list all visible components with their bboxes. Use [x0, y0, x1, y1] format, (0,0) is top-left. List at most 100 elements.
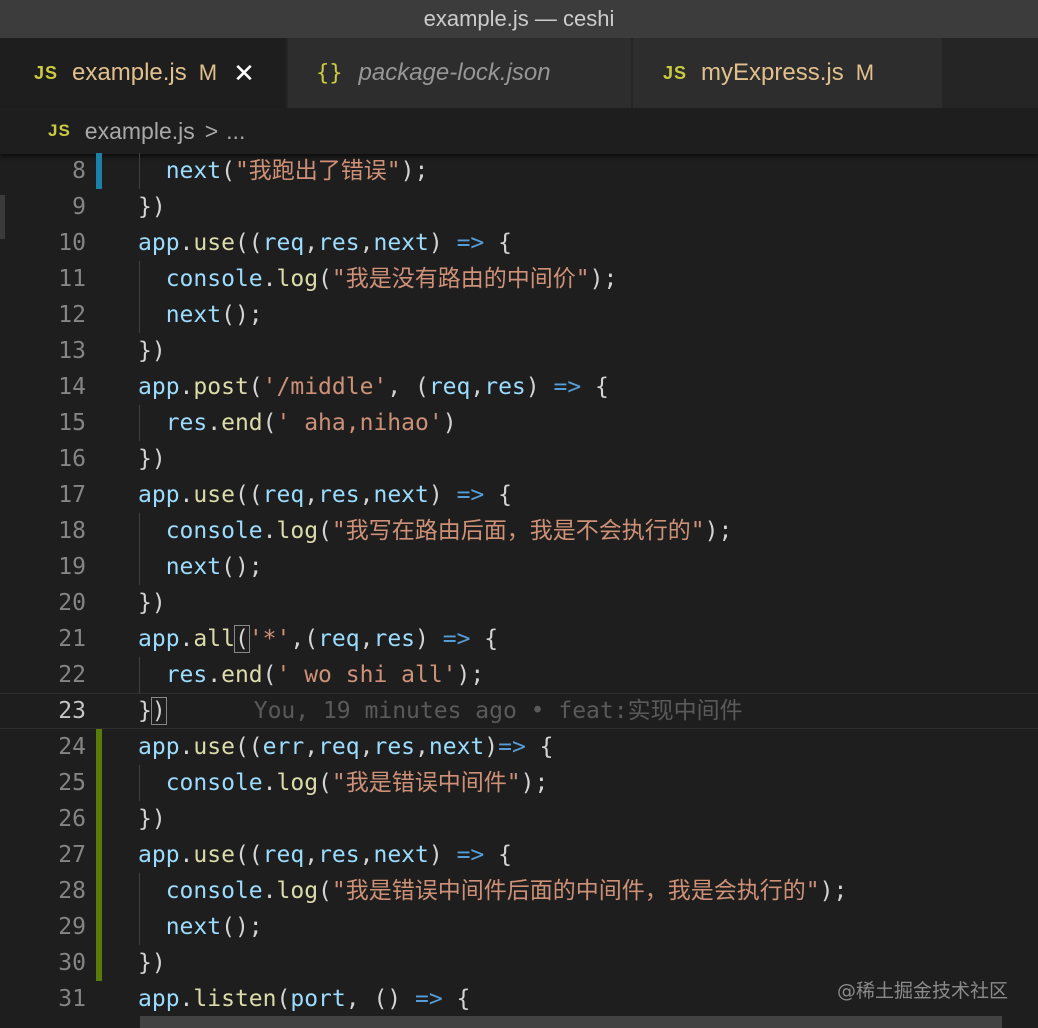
- code-line[interactable]: 9}): [0, 189, 1038, 225]
- line-number: 16: [58, 446, 86, 472]
- watermark: @稀土掘金技术社区: [836, 980, 1008, 1002]
- code-line[interactable]: 14 app.post('/middle', (req,res) => {: [0, 369, 1038, 405]
- code-text: app.use((err,req,res,next)=> {: [138, 734, 554, 760]
- line-number: 17: [58, 482, 86, 508]
- modified-indicator: M: [855, 60, 875, 85]
- line-number: 20: [58, 590, 86, 616]
- line-number: 13: [58, 338, 86, 364]
- line-number: 10: [58, 230, 86, 256]
- code-text: next("我跑出了错误");: [165, 158, 429, 184]
- code-text: }): [138, 446, 166, 472]
- code-line[interactable]: 18 console.log("我写在路由后面，我是不会执行的");: [0, 513, 1038, 549]
- line-number: 12: [58, 302, 86, 328]
- code-text: app.all('*',(req,res) => {: [138, 625, 499, 653]
- line-number: 21: [58, 626, 86, 652]
- modified-indicator: M: [198, 60, 218, 85]
- code-line[interactable]: 22 res.end(' wo shi all');: [0, 657, 1038, 693]
- code-text: app.listen(port, () => {: [138, 986, 471, 1012]
- git-added-marker[interactable]: [96, 873, 102, 909]
- git-added-marker[interactable]: [96, 801, 102, 837]
- code-text: console.log("我是没有路由的中间价");: [165, 266, 618, 292]
- code-text: app.use((req,res,next) => {: [138, 230, 512, 256]
- line-number: 30: [58, 950, 86, 976]
- code-text: app.post('/middle', (req,res) => {: [138, 374, 609, 400]
- code-line[interactable]: 29 next();: [0, 909, 1038, 945]
- code-text: res.end(' aha,nihao'): [165, 410, 457, 436]
- code-line[interactable]: 12 next();: [0, 297, 1038, 333]
- code-line[interactable]: 28 console.log("我是错误中间件后面的中间件，我是会执行的");: [0, 873, 1038, 909]
- line-number: 31: [58, 986, 86, 1012]
- code-line[interactable]: 23 }) You, 19 minutes ago • feat:实现中间件: [0, 693, 1038, 729]
- git-added-marker[interactable]: [96, 945, 102, 981]
- tab-label: example.js: [72, 59, 187, 86]
- git-added-marker[interactable]: [96, 765, 102, 801]
- line-number: 9: [72, 194, 86, 220]
- git-added-marker[interactable]: [96, 909, 102, 945]
- code-text: }): [138, 338, 166, 364]
- git-modified-marker[interactable]: [96, 153, 102, 189]
- code-text: app.use((req,res,next) => {: [138, 482, 512, 508]
- git-blame-annotation: You, 19 minutes ago • feat:实现中间件: [253, 698, 743, 724]
- horizontal-scrollbar[interactable]: [140, 1016, 1002, 1028]
- code-line[interactable]: 13}): [0, 333, 1038, 369]
- code-text: }): [138, 590, 166, 616]
- code-text: }) You, 19 minutes ago • feat:实现中间件: [138, 697, 743, 725]
- line-number: 8: [72, 158, 86, 184]
- tab-label: package-lock.json: [358, 59, 551, 86]
- tab-example-js[interactable]: JS example.js M ✕: [0, 38, 286, 108]
- line-number: 14: [58, 374, 86, 400]
- tab-myexpress-js[interactable]: JS myExpress.js M: [633, 38, 942, 108]
- close-icon[interactable]: ✕: [233, 60, 255, 86]
- git-added-marker[interactable]: [96, 837, 102, 873]
- code-editor[interactable]: 8 next("我跑出了错误"); 9}) 10 app.use((req,res,n…: [0, 152, 1038, 1028]
- line-number: 24: [58, 734, 86, 760]
- javascript-file-icon: JS: [48, 121, 71, 140]
- line-number: 28: [58, 878, 86, 904]
- code-text: console.log("我是错误中间件后面的中间件，我是会执行的");: [165, 878, 848, 904]
- line-number: 27: [58, 842, 86, 868]
- breadcrumb: JS example.js > ...: [0, 108, 1038, 154]
- tab-bar: JS example.js M ✕ {} package-lock.json J…: [0, 38, 1038, 108]
- line-number: 23: [58, 698, 86, 724]
- line-number: 22: [58, 662, 86, 688]
- code-line[interactable]: 20}): [0, 585, 1038, 621]
- tab-label: myExpress.js: [701, 59, 844, 86]
- code-line[interactable]: 19 next();: [0, 549, 1038, 585]
- javascript-file-icon: JS: [663, 62, 688, 83]
- code-line[interactable]: 10 app.use((req,res,next) => {: [0, 225, 1038, 261]
- code-text: res.end(' wo shi all');: [165, 662, 485, 688]
- code-line[interactable]: 15 res.end(' aha,nihao'): [0, 405, 1038, 441]
- breadcrumb-file[interactable]: example.js: [85, 118, 195, 145]
- code-line[interactable]: 17 app.use((req,res,next) => {: [0, 477, 1038, 513]
- code-line[interactable]: 26}): [0, 801, 1038, 837]
- code-line[interactable]: 8 next("我跑出了错误");: [0, 153, 1038, 189]
- line-number: 19: [58, 554, 86, 580]
- code-line[interactable]: 21 app.all('*',(req,res) => {: [0, 621, 1038, 657]
- code-line[interactable]: 24 app.use((err,req,res,next)=> {: [0, 729, 1038, 765]
- line-number: 15: [58, 410, 86, 436]
- line-number: 29: [58, 914, 86, 940]
- code-line[interactable]: 11 console.log("我是没有路由的中间价");: [0, 261, 1038, 297]
- tab-package-lock-json[interactable]: {} package-lock.json: [288, 38, 631, 108]
- git-added-marker[interactable]: [96, 729, 102, 765]
- line-number: 25: [58, 770, 86, 796]
- code-text: }): [138, 806, 166, 832]
- line-number: 18: [58, 518, 86, 544]
- javascript-file-icon: JS: [34, 62, 59, 83]
- breadcrumb-symbols[interactable]: ...: [226, 118, 245, 145]
- code-text: next();: [165, 554, 263, 580]
- line-number: 11: [58, 266, 86, 292]
- line-number: 26: [58, 806, 86, 832]
- code-line[interactable]: 16}): [0, 441, 1038, 477]
- code-text: console.log("我写在路由后面，我是不会执行的");: [165, 518, 733, 544]
- code-text: next();: [165, 302, 263, 328]
- code-text: }): [138, 194, 166, 220]
- json-file-icon: {}: [316, 60, 343, 86]
- code-text: console.log("我是错误中间件");: [165, 770, 549, 796]
- code-text: next();: [165, 914, 263, 940]
- code-text: app.use((req,res,next) => {: [138, 842, 512, 868]
- code-line[interactable]: 25 console.log("我是错误中间件");: [0, 765, 1038, 801]
- window-title: example.js — ceshi: [0, 0, 1038, 38]
- chevron-right-icon: >: [204, 117, 219, 144]
- code-line[interactable]: 27 app.use((req,res,next) => {: [0, 837, 1038, 873]
